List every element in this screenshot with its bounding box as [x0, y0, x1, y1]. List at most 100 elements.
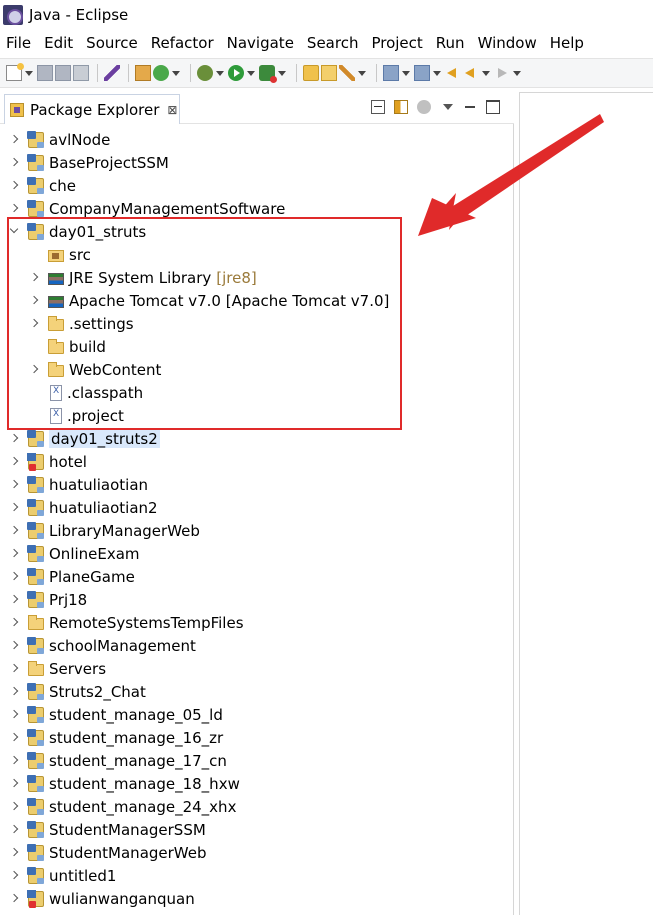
- save-all-icon[interactable]: [55, 65, 71, 81]
- back-dropdown-icon[interactable]: [481, 65, 490, 81]
- expand-arrow-icon[interactable]: [10, 457, 20, 467]
- tree-item-src[interactable]: src: [30, 243, 91, 266]
- print-icon[interactable]: [73, 65, 89, 81]
- tree-item-project[interactable]: untitled1: [10, 864, 116, 887]
- debug-icon[interactable]: [197, 65, 213, 81]
- tree-item-project[interactable]: wulianwanganquan: [10, 887, 195, 910]
- menu-project[interactable]: Project: [365, 34, 429, 52]
- close-icon[interactable]: ⊠: [167, 103, 177, 117]
- next-annotation-icon[interactable]: [383, 65, 399, 81]
- expand-arrow-icon[interactable]: [10, 549, 20, 559]
- expand-arrow-icon[interactable]: [10, 733, 20, 743]
- tree-item-project[interactable]: student_manage_24_xhx: [10, 795, 236, 818]
- new-dropdown-icon[interactable]: [24, 65, 33, 81]
- tree-item-project[interactable]: student_manage_18_hxw: [10, 772, 240, 795]
- tree-item-project[interactable]: RemoteSystemsTempFiles: [10, 611, 244, 634]
- tree-item-project[interactable]: student_manage_05_ld: [10, 703, 223, 726]
- tree-item-project[interactable]: schoolManagement: [10, 634, 196, 657]
- tree-item-folder[interactable]: build: [30, 335, 106, 358]
- tree-item-project[interactable]: OnlineExam: [10, 542, 140, 565]
- expand-arrow-icon[interactable]: [10, 181, 20, 191]
- expand-arrow-icon[interactable]: [10, 503, 20, 513]
- tree-item-project[interactable]: Prj18: [10, 588, 87, 611]
- link-with-editor-icon[interactable]: [394, 100, 408, 114]
- tree-item-file[interactable]: .project: [30, 404, 124, 427]
- expand-arrow-icon[interactable]: [10, 871, 20, 881]
- tree-item-folder[interactable]: WebContent: [30, 358, 161, 381]
- expand-arrow-icon[interactable]: [10, 135, 20, 145]
- external-tools-dropdown-icon[interactable]: [277, 65, 286, 81]
- menu-refactor[interactable]: Refactor: [145, 34, 221, 52]
- tree-item-project[interactable]: che: [10, 174, 76, 197]
- expand-arrow-icon[interactable]: [10, 710, 20, 720]
- expand-arrow-icon[interactable]: [10, 158, 20, 168]
- next-annotation-dropdown-icon[interactable]: [401, 65, 410, 81]
- tree-item-project-expanded[interactable]: day01_struts: [10, 220, 146, 243]
- new-class-dropdown-icon[interactable]: [171, 65, 180, 81]
- expand-arrow-icon[interactable]: [10, 848, 20, 858]
- expand-arrow-icon[interactable]: [10, 618, 20, 628]
- expand-arrow-icon[interactable]: [10, 894, 20, 904]
- minimize-icon[interactable]: [463, 100, 477, 114]
- expand-arrow-icon[interactable]: [10, 526, 20, 536]
- tree-item-project[interactable]: huatuliaotian2: [10, 496, 158, 519]
- expand-arrow-icon[interactable]: [10, 204, 20, 214]
- last-edit-location-icon[interactable]: [445, 65, 461, 81]
- menu-run[interactable]: Run: [430, 34, 472, 52]
- tree-item-file[interactable]: .classpath: [30, 381, 143, 404]
- new-package-icon[interactable]: [135, 65, 151, 81]
- tree-item-project[interactable]: LibraryManagerWeb: [10, 519, 200, 542]
- previous-annotation-dropdown-icon[interactable]: [432, 65, 441, 81]
- expand-arrow-icon[interactable]: [10, 664, 20, 674]
- expand-arrow-icon[interactable]: [10, 756, 20, 766]
- focus-active-task-icon[interactable]: [417, 100, 431, 114]
- expand-arrow-icon[interactable]: [10, 572, 20, 582]
- expand-arrow-icon[interactable]: [10, 641, 20, 651]
- run-icon[interactable]: [228, 65, 244, 81]
- maximize-icon[interactable]: [486, 100, 500, 114]
- tree-item-project[interactable]: Servers: [10, 657, 106, 680]
- new-class-icon[interactable]: [153, 65, 169, 81]
- tree-item-project[interactable]: student_manage_16_zr: [10, 726, 223, 749]
- previous-annotation-icon[interactable]: [414, 65, 430, 81]
- expand-arrow-icon[interactable]: [10, 802, 20, 812]
- forward-dropdown-icon[interactable]: [512, 65, 521, 81]
- menu-search[interactable]: Search: [301, 34, 366, 52]
- tree-item-project[interactable]: StudentManagerSSM: [10, 818, 206, 841]
- tree-item-tomcat-library[interactable]: Apache Tomcat v7.0 [Apache Tomcat v7.0]: [30, 289, 389, 312]
- menu-file[interactable]: File: [0, 34, 38, 52]
- expand-arrow-icon[interactable]: [30, 273, 40, 283]
- save-icon[interactable]: [37, 65, 53, 81]
- expand-arrow-icon[interactable]: [10, 687, 20, 697]
- forward-icon[interactable]: [494, 65, 510, 81]
- expand-arrow-icon[interactable]: [10, 480, 20, 490]
- tree-item-project[interactable]: huatuliaotian: [10, 473, 148, 496]
- tree-item-project[interactable]: Struts2_Chat: [10, 680, 146, 703]
- menu-window[interactable]: Window: [472, 34, 544, 52]
- tree-item-project[interactable]: hotel: [10, 450, 87, 473]
- tree-item-project[interactable]: avlNode: [10, 128, 110, 151]
- collapse-all-icon[interactable]: [371, 100, 385, 114]
- expand-arrow-icon[interactable]: [30, 319, 40, 329]
- menu-navigate[interactable]: Navigate: [221, 34, 301, 52]
- editor-area[interactable]: [519, 92, 653, 915]
- expand-arrow-icon[interactable]: [10, 825, 20, 835]
- tree-item-project[interactable]: CompanyManagementSoftware: [10, 197, 285, 220]
- skip-breakpoints-icon[interactable]: [104, 65, 120, 81]
- run-dropdown-icon[interactable]: [246, 65, 255, 81]
- expand-arrow-icon[interactable]: [30, 296, 40, 306]
- tree-item-project[interactable]: day01_struts2: [10, 427, 160, 450]
- search-icon[interactable]: [339, 65, 355, 81]
- tab-package-explorer[interactable]: Package Explorer ⊠: [4, 94, 180, 124]
- tree-item-folder[interactable]: .settings: [30, 312, 134, 335]
- open-task-icon[interactable]: [321, 65, 337, 81]
- expand-arrow-icon[interactable]: [10, 595, 20, 605]
- tree-item-project[interactable]: BaseProjectSSM: [10, 151, 169, 174]
- expand-arrow-icon[interactable]: [10, 434, 20, 444]
- menu-help[interactable]: Help: [544, 34, 591, 52]
- tree-item-jre-library[interactable]: JRE System Library [jre8]: [30, 266, 257, 289]
- expand-arrow-icon[interactable]: [10, 779, 20, 789]
- tree-item-project[interactable]: StudentManagerWeb: [10, 841, 207, 864]
- external-tools-icon[interactable]: [259, 65, 277, 83]
- tree-item-project[interactable]: student_manage_17_cn: [10, 749, 227, 772]
